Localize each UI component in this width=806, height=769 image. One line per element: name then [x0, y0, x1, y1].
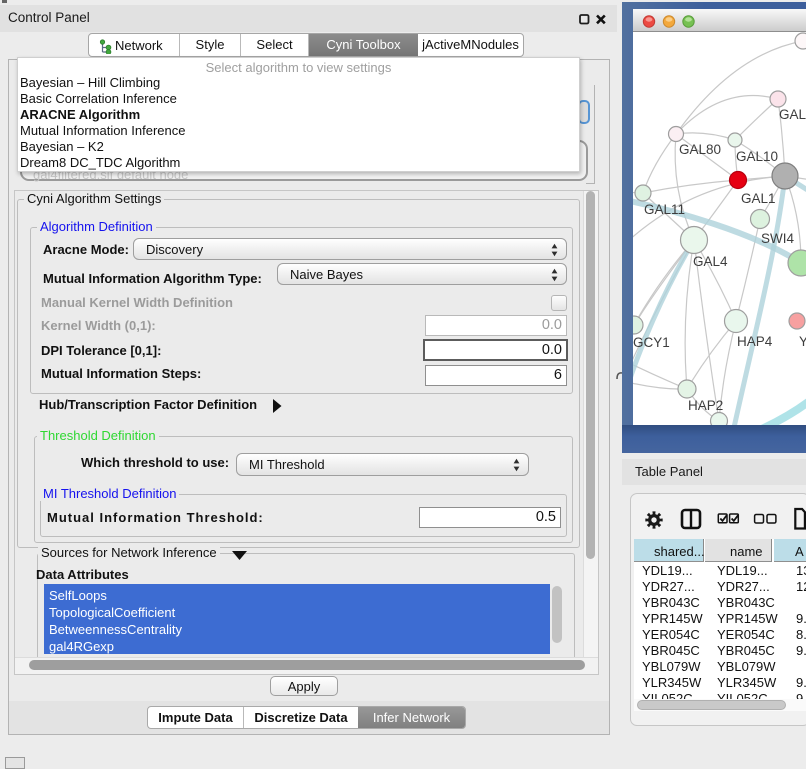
svg-text:GAL: GAL — [779, 107, 806, 122]
svg-text:GAL80: GAL80 — [679, 142, 721, 157]
svg-text:GCY1: GCY1 — [633, 335, 670, 350]
svg-text:GAL11: GAL11 — [644, 202, 685, 217]
svg-text:HAP2: HAP2 — [688, 398, 723, 413]
svg-text:GAL1: GAL1 — [741, 191, 776, 206]
svg-text:GAL4: GAL4 — [693, 254, 728, 269]
svg-text:HAP4: HAP4 — [737, 334, 773, 349]
svg-text:SWI4: SWI4 — [761, 231, 794, 246]
svg-text:GAL10: GAL10 — [736, 149, 778, 164]
svg-text:Y: Y — [799, 334, 806, 349]
